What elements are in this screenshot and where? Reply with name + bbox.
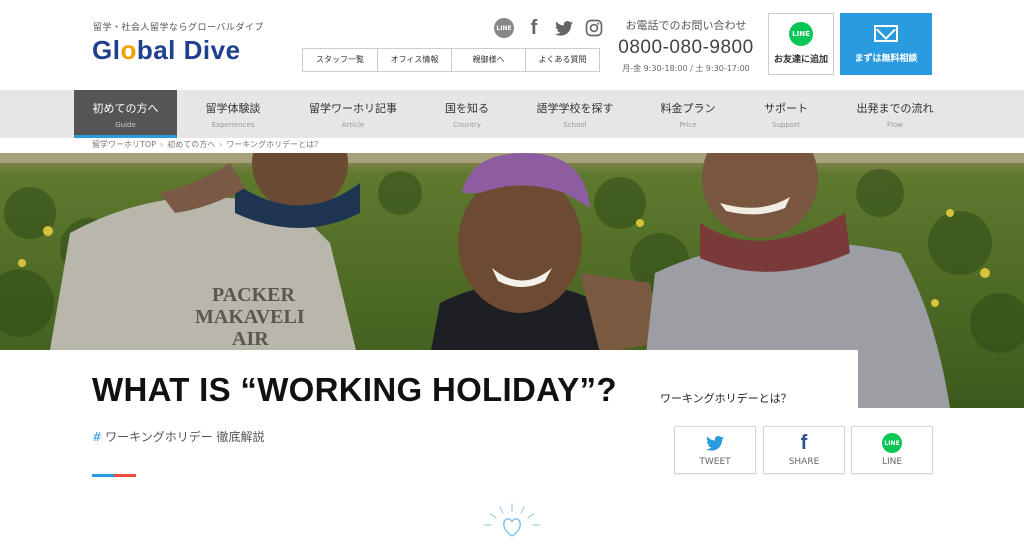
nav-sublabel: Experiences xyxy=(211,121,255,129)
tweet-button[interactable]: TWEET xyxy=(674,426,756,474)
business-hours: 月-金 9:30-18:00 / 土 9:30-17:00 xyxy=(622,64,750,73)
nav-support[interactable]: サポート Support xyxy=(746,90,826,138)
nav-label: サポート xyxy=(764,102,808,115)
nav-flow[interactable]: 出発までの流れ Flow xyxy=(840,90,950,138)
nav-article[interactable]: 留学ワーホリ記事 Article xyxy=(292,90,414,138)
line-share-button[interactable]: LINE LINE xyxy=(851,426,933,474)
nav-school[interactable]: 語学学校を探す School xyxy=(520,90,630,138)
page-subtitle: ワーキングホリデーとは？ xyxy=(660,392,792,405)
nav-sublabel: Country xyxy=(453,121,481,129)
tag-label: ワーキングホリデー 徹底解説 xyxy=(105,430,265,444)
free-consultation-button[interactable]: まずは無料相談 xyxy=(840,13,932,75)
nav-price[interactable]: 料金プラン Price xyxy=(642,90,734,138)
facebook-icon[interactable]: f xyxy=(524,17,544,39)
nav-label: 出発までの流れ xyxy=(856,102,934,115)
breadcrumb-separator: › xyxy=(160,140,164,149)
subnav-staff[interactable]: スタッフ一覧 xyxy=(303,49,377,71)
nav-label: 国を知る xyxy=(445,102,489,115)
shirt-print-line-2: MAKAVELI xyxy=(195,306,305,328)
hash-icon: # xyxy=(92,430,103,444)
nav-label: 料金プラン xyxy=(660,102,716,115)
heart-icon xyxy=(480,500,544,540)
nav-sublabel: Support xyxy=(772,121,800,129)
phone-number[interactable]: 0800-080-9800 xyxy=(612,37,760,59)
line-icon[interactable]: LINE xyxy=(494,18,514,38)
contact-label: お電話でのお問い合わせ xyxy=(625,19,747,32)
line-icon: LINE xyxy=(789,22,813,46)
line-glyph: LINE xyxy=(882,433,902,453)
twitter-icon[interactable] xyxy=(554,18,574,38)
accent-divider xyxy=(92,474,136,477)
instagram-icon[interactable] xyxy=(584,18,604,38)
line-label: LINE xyxy=(881,457,903,467)
share-label: SHARE xyxy=(788,457,820,467)
facebook-share-button[interactable]: f SHARE xyxy=(763,426,845,474)
breadcrumb-current: ワーキングホリデーとは？ xyxy=(226,140,323,149)
twitter-icon xyxy=(675,433,755,453)
site-logo[interactable]: Global Dive xyxy=(92,35,241,66)
page-title: WHAT IS “WORKING HOLIDAY”? xyxy=(92,371,617,408)
consult-button-label: まずは無料相談 xyxy=(854,54,918,64)
nav-sublabel: Guide xyxy=(115,121,136,129)
nav-sublabel: Price xyxy=(679,121,697,129)
breadcrumb: 留学ワーホリTOP › 初めての方へ › ワーキングホリデーとは？ xyxy=(92,139,322,150)
line-add-friend-button[interactable]: LINE お友達に追加 xyxy=(768,13,834,75)
subnav-faq[interactable]: よくある質問 xyxy=(525,49,599,71)
site-tagline: 留学・社会人留学ならグローバルダイブ xyxy=(93,23,264,33)
nav-sublabel: Article xyxy=(341,121,365,129)
nav-label: 留学ワーホリ記事 xyxy=(309,102,397,115)
nav-country[interactable]: 国を知る Country xyxy=(426,90,508,138)
tweet-label: TWEET xyxy=(699,457,731,467)
shirt-print-line-3: AIR xyxy=(232,328,269,350)
nav-experiences[interactable]: 留学体験談 Experiences xyxy=(186,90,280,138)
nav-label: 語学学校を探す xyxy=(536,102,614,115)
subnav-parents[interactable]: 親御様へ xyxy=(451,49,525,71)
breadcrumb-guide[interactable]: 初めての方へ xyxy=(167,140,215,149)
sub-navigation: スタッフ一覧 オフィス情報 親御様へ よくある質問 xyxy=(302,48,600,72)
line-icon: LINE xyxy=(852,433,932,453)
facebook-icon: f xyxy=(764,431,844,454)
shirt-print-line-1: PACKER xyxy=(212,284,296,306)
social-icons: LINE f xyxy=(494,17,604,39)
nav-sublabel: School xyxy=(563,121,587,129)
main-navigation: 初めての方へ Guide 留学体験談 Experiences 留学ワーホリ記事 … xyxy=(0,90,1024,138)
nav-label: 初めての方へ xyxy=(92,102,159,115)
line-button-label: お友達に追加 xyxy=(773,55,828,65)
breadcrumb-separator: › xyxy=(219,140,223,149)
article-tag[interactable]: # ワーキングホリデー 徹底解説 xyxy=(92,428,265,445)
nav-sublabel: Flow xyxy=(887,121,903,129)
site-header: 留学・社会人留学ならグローバルダイブ Global Dive LINE f スタ… xyxy=(0,0,1024,90)
facebook-glyph: f xyxy=(800,431,808,454)
nav-label: 留学体験談 xyxy=(205,102,261,115)
phone-contact: お電話でのお問い合わせ 0800-080-9800 月-金 9:30-18:00… xyxy=(612,17,760,74)
nav-guide[interactable]: 初めての方へ Guide xyxy=(74,90,177,138)
breadcrumb-home[interactable]: 留学ワーホリTOP xyxy=(92,140,156,149)
mail-icon xyxy=(874,25,898,42)
subnav-office[interactable]: オフィス情報 xyxy=(377,49,451,71)
